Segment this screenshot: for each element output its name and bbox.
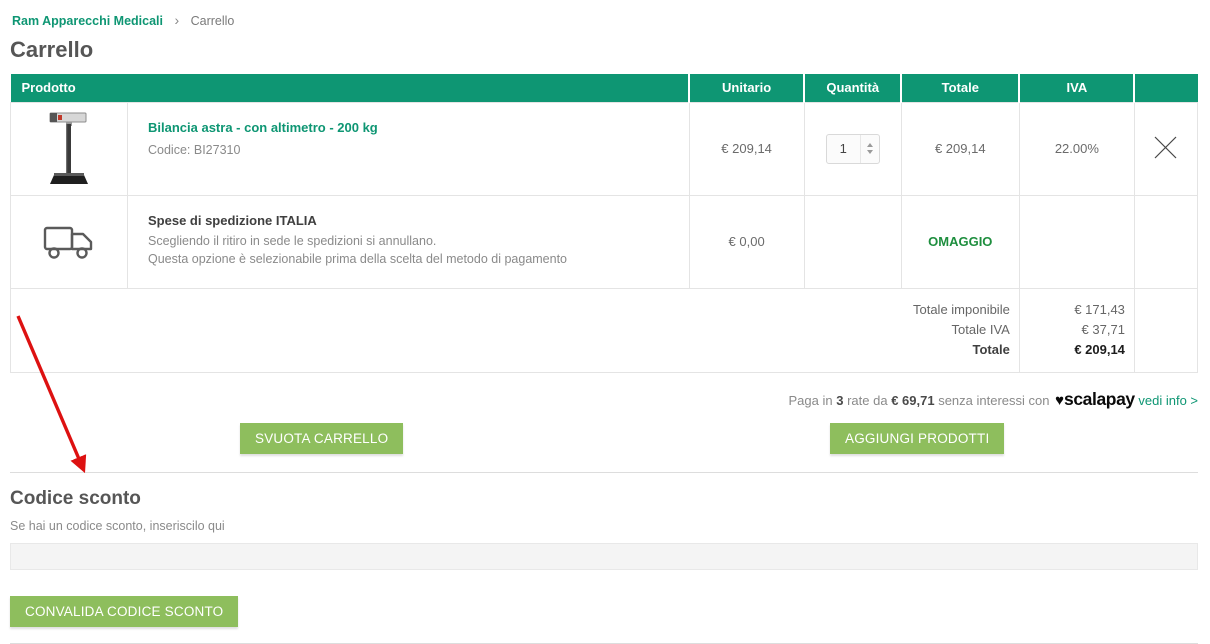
scale-product-image xyxy=(41,108,97,190)
shipping-unit-price: € 0,00 xyxy=(689,195,804,288)
shipping-note-2: Questa opzione è selezionabile prima del… xyxy=(148,250,567,269)
column-header-iva: IVA xyxy=(1019,74,1134,102)
total-imponibile-label: Totale imponibile xyxy=(11,300,1010,320)
column-header-unitario: Unitario xyxy=(689,74,804,102)
discount-hint-text: Se hai un codice sconto, inseriscilo qui xyxy=(10,519,1198,533)
breadcrumb: Ram Apparecchi Medicali › Carrello xyxy=(10,12,1198,28)
product-vat-rate: 22.00% xyxy=(1019,102,1134,195)
breadcrumb-home-link[interactable]: Ram Apparecchi Medicali xyxy=(12,14,163,28)
product-name-link[interactable]: Bilancia astra - con altimetro - 200 kg xyxy=(148,120,378,135)
shipping-total-omaggio: OMAGGIO xyxy=(928,234,992,249)
page-title: Carrello xyxy=(10,37,1198,63)
section-divider xyxy=(10,472,1198,473)
scalapay-text-2: rate da xyxy=(847,393,887,408)
truck-icon xyxy=(42,222,96,262)
cart-row-product: Bilancia astra - con altimetro - 200 kg … xyxy=(11,102,1198,195)
add-products-button[interactable]: AGGIUNGI PRODOTTI xyxy=(830,423,1004,454)
quantity-down-icon[interactable] xyxy=(867,150,873,154)
quantity-stepper[interactable]: 1 xyxy=(826,134,880,164)
total-value: € 209,14 xyxy=(1020,340,1125,360)
scalapay-installments-line: Paga in 3 rate da € 69,71 senza interess… xyxy=(10,389,1198,410)
scalapay-text-3: senza interessi con xyxy=(938,393,1049,408)
bottom-divider xyxy=(10,643,1198,644)
column-header-prodotto: Prodotto xyxy=(11,74,690,102)
empty-cart-button[interactable]: SVUOTA CARRELLO xyxy=(240,423,403,454)
total-imponibile-value: € 171,43 xyxy=(1020,300,1125,320)
shipping-title: Spese di spedizione ITALIA xyxy=(148,213,567,228)
quantity-up-icon[interactable] xyxy=(867,143,873,147)
scalapay-text-1: Paga in xyxy=(789,393,833,408)
cart-actions-row: SVUOTA CARRELLO AGGIUNGI PRODOTTI xyxy=(10,423,1198,454)
breadcrumb-current: Carrello xyxy=(191,14,235,28)
scalapay-installment-amount: € 69,71 xyxy=(891,393,934,408)
product-image[interactable] xyxy=(11,103,128,195)
cart-table: Prodotto Unitario Quantità Totale IVA xyxy=(10,74,1198,373)
validate-discount-code-button[interactable]: CONVALIDA CODICE SCONTO xyxy=(10,596,238,627)
total-label: Totale xyxy=(11,340,1010,360)
remove-item-button[interactable] xyxy=(1152,134,1179,161)
product-code: Codice: BI27310 xyxy=(148,143,378,157)
cart-row-shipping: Spese di spedizione ITALIA Scegliendo il… xyxy=(11,195,1198,288)
quantity-value[interactable]: 1 xyxy=(827,135,861,163)
discount-section-title: Codice sconto xyxy=(10,488,1198,510)
heart-icon: ♥ xyxy=(1055,392,1064,409)
cart-table-header-row: Prodotto Unitario Quantità Totale IVA xyxy=(11,74,1198,102)
scalapay-installments-count: 3 xyxy=(836,393,843,408)
quantity-spinner-arrows[interactable] xyxy=(861,135,879,163)
column-header-quantita: Quantità xyxy=(804,74,901,102)
shipping-note-1: Scegliendo il ritiro in sede le spedizio… xyxy=(148,232,567,251)
cart-totals-row: Totale imponibile Totale IVA Totale € 17… xyxy=(11,288,1198,372)
product-line-total: € 209,14 xyxy=(901,102,1019,195)
cart-page: Ram Apparecchi Medicali › Carrello Carre… xyxy=(0,0,1210,644)
breadcrumb-separator-icon: › xyxy=(174,12,179,28)
column-header-totale: Totale xyxy=(901,74,1019,102)
scalapay-logo: scalapay xyxy=(1064,389,1135,409)
column-header-actions xyxy=(1134,74,1197,102)
total-iva-value: € 37,71 xyxy=(1020,320,1125,340)
close-icon xyxy=(1152,134,1179,161)
scalapay-info-link[interactable]: vedi info > xyxy=(1138,393,1198,408)
total-iva-label: Totale IVA xyxy=(11,320,1010,340)
product-unit-price: € 209,14 xyxy=(689,102,804,195)
discount-code-input[interactable] xyxy=(10,543,1198,570)
